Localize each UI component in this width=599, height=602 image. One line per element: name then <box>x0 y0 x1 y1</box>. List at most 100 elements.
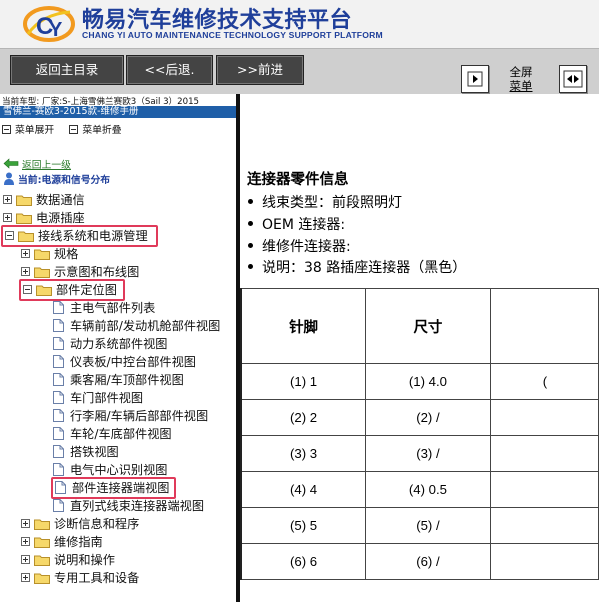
tree-doc-label: 部件连接器端视图 <box>72 481 170 495</box>
expand-icon[interactable] <box>21 519 30 528</box>
folder-icon <box>34 519 50 530</box>
document-icon <box>53 391 64 404</box>
tree-node-label: 接线系统和电源管理 <box>38 229 148 243</box>
cell-pin: (3) 3 <box>240 435 367 472</box>
tree-node-specifications[interactable]: 规格 <box>21 245 78 263</box>
toggle-menu-button[interactable] <box>461 65 489 93</box>
tree-doc-item[interactable]: 仪表板/中控台部件视图 <box>53 353 196 371</box>
expand-icon[interactable] <box>21 249 30 258</box>
tree-doc-item[interactable]: 车轮/车底部件视图 <box>53 425 172 443</box>
folder-icon <box>34 573 50 584</box>
table-row: (5) 5 (5) / <box>240 507 599 544</box>
current-location-label: 当前:电源和信号分布 <box>18 175 111 186</box>
tree-node-label: 诊断信息和程序 <box>54 517 140 531</box>
document-icon <box>53 445 64 458</box>
tree-node-data-communication[interactable]: 数据通信 <box>3 191 85 209</box>
expand-arrows-icon <box>563 70 583 88</box>
collapse-all-button[interactable]: 菜单折叠 <box>69 122 122 136</box>
green-back-arrow-icon <box>3 158 19 169</box>
folder-open-icon <box>36 285 52 296</box>
document-icon <box>53 409 64 422</box>
cell-col3 <box>489 399 599 436</box>
svg-text:Y: Y <box>49 19 63 41</box>
back-button[interactable]: <<后退. <box>126 55 213 85</box>
fullscreen-label-line1: 全屏 <box>509 65 533 79</box>
tree-node-wiring-systems[interactable]: 接线系统和电源管理 <box>1 225 158 247</box>
sidebar: 当前车型: 厂家:S-上海雪佛兰赛欧3（Sail 3）2015 雪佛兰-赛欧3-… <box>0 94 236 602</box>
folder-icon <box>34 249 50 260</box>
expand-all-label: 菜单展开 <box>15 125 55 136</box>
cell-pin: (5) 5 <box>240 507 367 544</box>
tree-doc-item[interactable]: 动力系统部件视图 <box>53 335 168 353</box>
cell-size: (6) / <box>365 543 491 580</box>
cell-col3 <box>489 471 599 508</box>
expand-icon[interactable] <box>3 213 12 222</box>
tree-node-label: 电源插座 <box>36 211 85 225</box>
manual-title: 雪佛兰-赛欧3-2015款-维修手册 <box>3 106 139 117</box>
cell-col3: ( <box>489 363 599 400</box>
expand-all-button[interactable]: 菜单展开 <box>2 122 54 136</box>
tree-doc-item[interactable]: 直列式线束连接器端视图 <box>53 497 204 515</box>
table-row: (2) 2 (2) / <box>240 399 599 436</box>
cell-col3 <box>489 507 599 544</box>
tree-node-description-operation[interactable]: 说明和操作 <box>21 551 115 569</box>
tree-doc-label: 乘客厢/车顶部件视图 <box>70 373 184 387</box>
tree-doc-item[interactable]: 主电气部件列表 <box>53 299 155 317</box>
document-icon <box>53 463 64 476</box>
folder-open-icon <box>18 231 34 242</box>
tree-doc-item-selected[interactable]: 部件连接器端视图 <box>51 477 176 499</box>
tree-node-label: 说明和操作 <box>54 553 115 567</box>
back-up-label: 返回上一级 <box>22 160 71 171</box>
back-up-link[interactable]: 返回上一级 <box>3 157 71 171</box>
cell-size: (5) / <box>365 507 491 544</box>
fullscreen-menu-link[interactable]: 全屏 菜单 <box>503 65 539 93</box>
tree-doc-item[interactable]: 搭铁视图 <box>53 443 119 461</box>
document-icon <box>53 337 64 350</box>
document-icon <box>53 319 64 332</box>
manual-title-bar: 雪佛兰-赛欧3-2015款-维修手册 <box>0 106 236 118</box>
section-title: 连接器零件信息 <box>247 172 349 188</box>
expand-icon[interactable] <box>21 537 30 546</box>
tree-node-component-locators[interactable]: 部件定位图 <box>19 279 125 301</box>
tree-doc-item[interactable]: 车门部件视图 <box>53 389 143 407</box>
cell-size: (1) 4.0 <box>365 363 491 400</box>
square-icon <box>69 125 79 134</box>
fullscreen-button[interactable] <box>559 65 587 93</box>
tree-doc-label: 行李厢/车辆后部部件视图 <box>70 409 209 423</box>
tree-doc-label: 直列式线束连接器端视图 <box>70 499 205 513</box>
toggle-arrow-icon <box>467 71 483 87</box>
info-description: 说明：38 路插座连接器（黑色） <box>247 257 466 277</box>
document-icon <box>53 355 64 368</box>
tree-doc-label: 主电气部件列表 <box>70 301 156 315</box>
tree-doc-item[interactable]: 车辆前部/发动机舱部件视图 <box>53 317 220 335</box>
cell-size: (4) 0.5 <box>365 471 491 508</box>
header-col3 <box>489 288 599 364</box>
tree-node-special-tools[interactable]: 专用工具和设备 <box>21 569 139 587</box>
tree-doc-item[interactable]: 乘客厢/车顶部件视图 <box>53 371 184 389</box>
expand-icon[interactable] <box>21 555 30 564</box>
forward-button[interactable]: >>前进 <box>216 55 304 85</box>
home-button[interactable]: 返回主目录 <box>10 55 124 85</box>
folder-icon <box>34 537 50 548</box>
table-row: (6) 6 (6) / <box>240 543 599 580</box>
expand-icon[interactable] <box>3 195 12 204</box>
expand-icon[interactable] <box>21 573 30 582</box>
cell-pin: (2) 2 <box>240 399 367 436</box>
cell-col3 <box>489 543 599 580</box>
pin-table: 针脚 尺寸 (1) 1 (1) 4.0 ( (2) 2 (2) / (3) 3 … <box>240 288 599 580</box>
document-icon <box>53 301 64 314</box>
tree-doc-item[interactable]: 行李厢/车辆后部部件视图 <box>53 407 208 425</box>
expand-icon[interactable] <box>21 267 30 276</box>
header-size: 尺寸 <box>365 288 491 364</box>
cell-size: (2) / <box>365 399 491 436</box>
tree-node-label: 规格 <box>54 247 79 261</box>
fullscreen-label-line2: 菜单 <box>509 79 533 93</box>
current-location: 当前:电源和信号分布 <box>3 172 110 186</box>
person-icon <box>4 172 14 185</box>
folder-icon <box>34 555 50 566</box>
collapse-icon[interactable] <box>5 231 14 240</box>
tree-doc-label: 车门部件视图 <box>70 391 144 405</box>
collapse-icon[interactable] <box>23 285 32 294</box>
tree-node-repair-guide[interactable]: 维修指南 <box>21 533 103 551</box>
tree-node-diagnostics[interactable]: 诊断信息和程序 <box>21 515 139 533</box>
